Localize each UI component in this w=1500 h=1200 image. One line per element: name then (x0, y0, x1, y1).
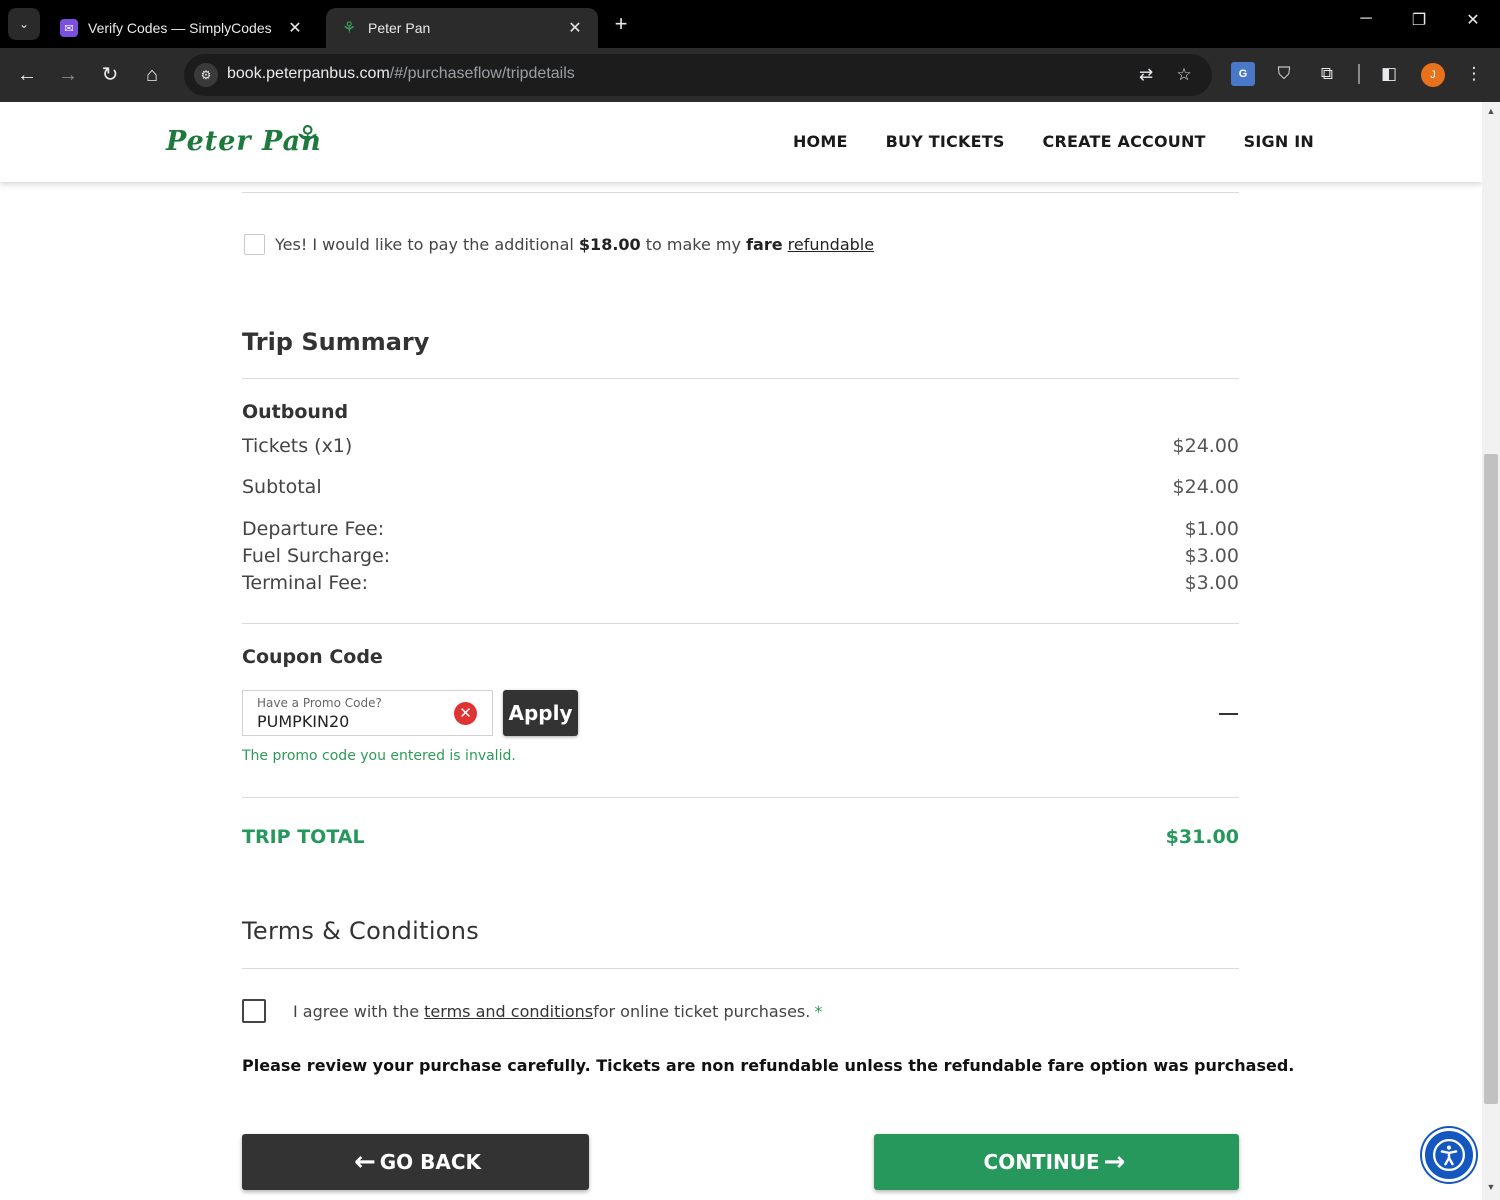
new-tab-plus-icon[interactable]: + (608, 12, 634, 36)
trip-summary-title: Trip Summary (242, 328, 430, 356)
page-viewport: Peter Pan ⚘ HOME BUY TICKETS CREATE ACCO… (0, 102, 1482, 1200)
side-panel-icon[interactable]: ◧ (1377, 62, 1401, 86)
url-text[interactable]: book.peterpanbus.com/#/purchaseflow/trip… (227, 65, 575, 83)
address-bar[interactable]: ⚙ book.peterpanbus.com/#/purchaseflow/tr… (184, 54, 1212, 96)
direction-label: Outbound (242, 401, 349, 423)
refundable-option: Yes! I would like to pay the additional … (244, 234, 874, 255)
forward-arrow-icon[interactable]: → (55, 62, 81, 88)
refundable-link[interactable]: refundable (788, 235, 874, 254)
review-notice: Please review your purchase carefully. T… (242, 1056, 1295, 1075)
trip-total-row: TRIP TOTAL $31.00 (242, 826, 1239, 848)
fee-line: Departure Fee: $1.00 (242, 518, 1239, 540)
continue-button[interactable]: CONTINUE → (874, 1134, 1239, 1190)
fee-line: Terminal Fee: $3.00 (242, 572, 1239, 594)
divider (242, 623, 1239, 624)
toolbar-divider (1358, 64, 1360, 84)
go-back-button[interactable]: ← GO BACK (242, 1134, 589, 1190)
terms-link[interactable]: terms and conditions (424, 1002, 593, 1021)
arrow-left-icon: ← (353, 1147, 376, 1177)
refundable-checkbox[interactable] (244, 234, 265, 255)
trip-total-label: TRIP TOTAL (242, 826, 365, 848)
refund-amount: $18.00 (578, 235, 641, 254)
bookmark-star-icon[interactable]: ☆ (1173, 64, 1195, 86)
extensions-puzzle-icon[interactable]: ⧉ (1315, 62, 1339, 86)
scroll-up-icon[interactable]: ▲ (1482, 106, 1500, 116)
page-scrollbar[interactable]: ▲ ▼ (1482, 102, 1500, 1200)
browser-toolbar: ← → ↻ ⌂ ⚙ book.peterpanbus.com/#/purchas… (0, 48, 1500, 102)
terms-checkbox[interactable] (242, 999, 266, 1023)
simplycodes-icon: ✉ (60, 19, 78, 37)
tab-search-chevron-icon[interactable]: ⌄ (8, 8, 40, 40)
nav-create-account[interactable]: CREATE ACCOUNT (1043, 132, 1206, 151)
collapse-minus-icon[interactable] (1219, 713, 1238, 715)
coupon-title: Coupon Code (242, 646, 383, 668)
tab-close-icon[interactable]: ✕ (566, 18, 584, 38)
promo-code-label: Have a Promo Code? (257, 696, 382, 710)
accessibility-icon[interactable] (1422, 1128, 1476, 1182)
promo-code-field[interactable]: Have a Promo Code? PUMPKIN20 ✕ (242, 690, 493, 736)
translate-icon[interactable]: ⇄ (1135, 64, 1157, 86)
subtotal-line: Subtotal $24.00 (242, 476, 1239, 498)
terms-agreement: I agree with the terms and conditions fo… (242, 999, 822, 1023)
nav-buy-tickets[interactable]: BUY TICKETS (886, 132, 1005, 151)
terms-title: Terms & Conditions (242, 917, 480, 945)
trip-total-amount: $31.00 (1165, 826, 1239, 848)
divider (242, 192, 1239, 193)
arrow-right-icon: → (1103, 1147, 1126, 1177)
peterpan-icon: ⚘ (341, 20, 357, 37)
tab-close-icon[interactable]: ✕ (286, 18, 304, 38)
purchase-content: Yes! I would like to pay the additional … (242, 102, 1294, 1200)
divider (242, 968, 1239, 969)
restore-icon[interactable]: ❐ (1407, 10, 1431, 30)
peterpan-logo[interactable]: Peter Pan ⚘ (166, 120, 402, 164)
scroll-down-icon[interactable]: ▼ (1482, 1182, 1500, 1192)
shield-extension-icon[interactable]: ⛉ (1272, 62, 1296, 86)
clear-promo-icon[interactable]: ✕ (454, 702, 477, 725)
fee-line: Fuel Surcharge: $3.00 (242, 545, 1239, 567)
reload-icon[interactable]: ↻ (97, 62, 123, 88)
google-translate-extension-icon[interactable]: G (1231, 62, 1255, 86)
window-close-icon[interactable]: ✕ (1461, 10, 1485, 30)
more-menu-icon[interactable]: ⋮ (1462, 62, 1486, 86)
nav-sign-in[interactable]: SIGN IN (1244, 132, 1314, 151)
site-settings-icon[interactable]: ⚙ (194, 63, 218, 87)
home-icon[interactable]: ⌂ (139, 62, 165, 88)
browser-tab-strip: ⌄ ✉ Verify Codes — SimplyCodes ✕ ⚘ Peter… (0, 0, 1500, 48)
promo-error-message: The promo code you entered is invalid. (242, 748, 516, 764)
minimize-icon[interactable]: ─ (1354, 10, 1378, 28)
promo-code-input[interactable]: PUMPKIN20 (257, 712, 349, 731)
required-asterisk: * (814, 1001, 823, 1021)
scrollbar-thumb[interactable] (1484, 454, 1498, 1104)
browser-tab-peterpan[interactable]: ⚘ Peter Pan ✕ (326, 8, 598, 48)
browser-tab-simplycodes[interactable]: ✉ Verify Codes — SimplyCodes ✕ (46, 8, 318, 48)
apply-button[interactable]: Apply (503, 690, 578, 736)
profile-avatar[interactable]: J (1421, 63, 1445, 87)
back-arrow-icon[interactable]: ← (14, 62, 40, 88)
divider (242, 378, 1239, 379)
main-nav: HOME BUY TICKETS CREATE ACCOUNT SIGN IN (793, 132, 1314, 151)
tab-title: Verify Codes — SimplyCodes (88, 20, 272, 36)
peterpan-figure-icon: ⚘ (294, 121, 321, 154)
divider (242, 797, 1239, 798)
tickets-line: Tickets (x1) $24.00 (242, 435, 1239, 457)
nav-home[interactable]: HOME (793, 132, 848, 151)
site-header: Peter Pan ⚘ HOME BUY TICKETS CREATE ACCO… (0, 102, 1482, 182)
tab-title: Peter Pan (368, 20, 431, 36)
